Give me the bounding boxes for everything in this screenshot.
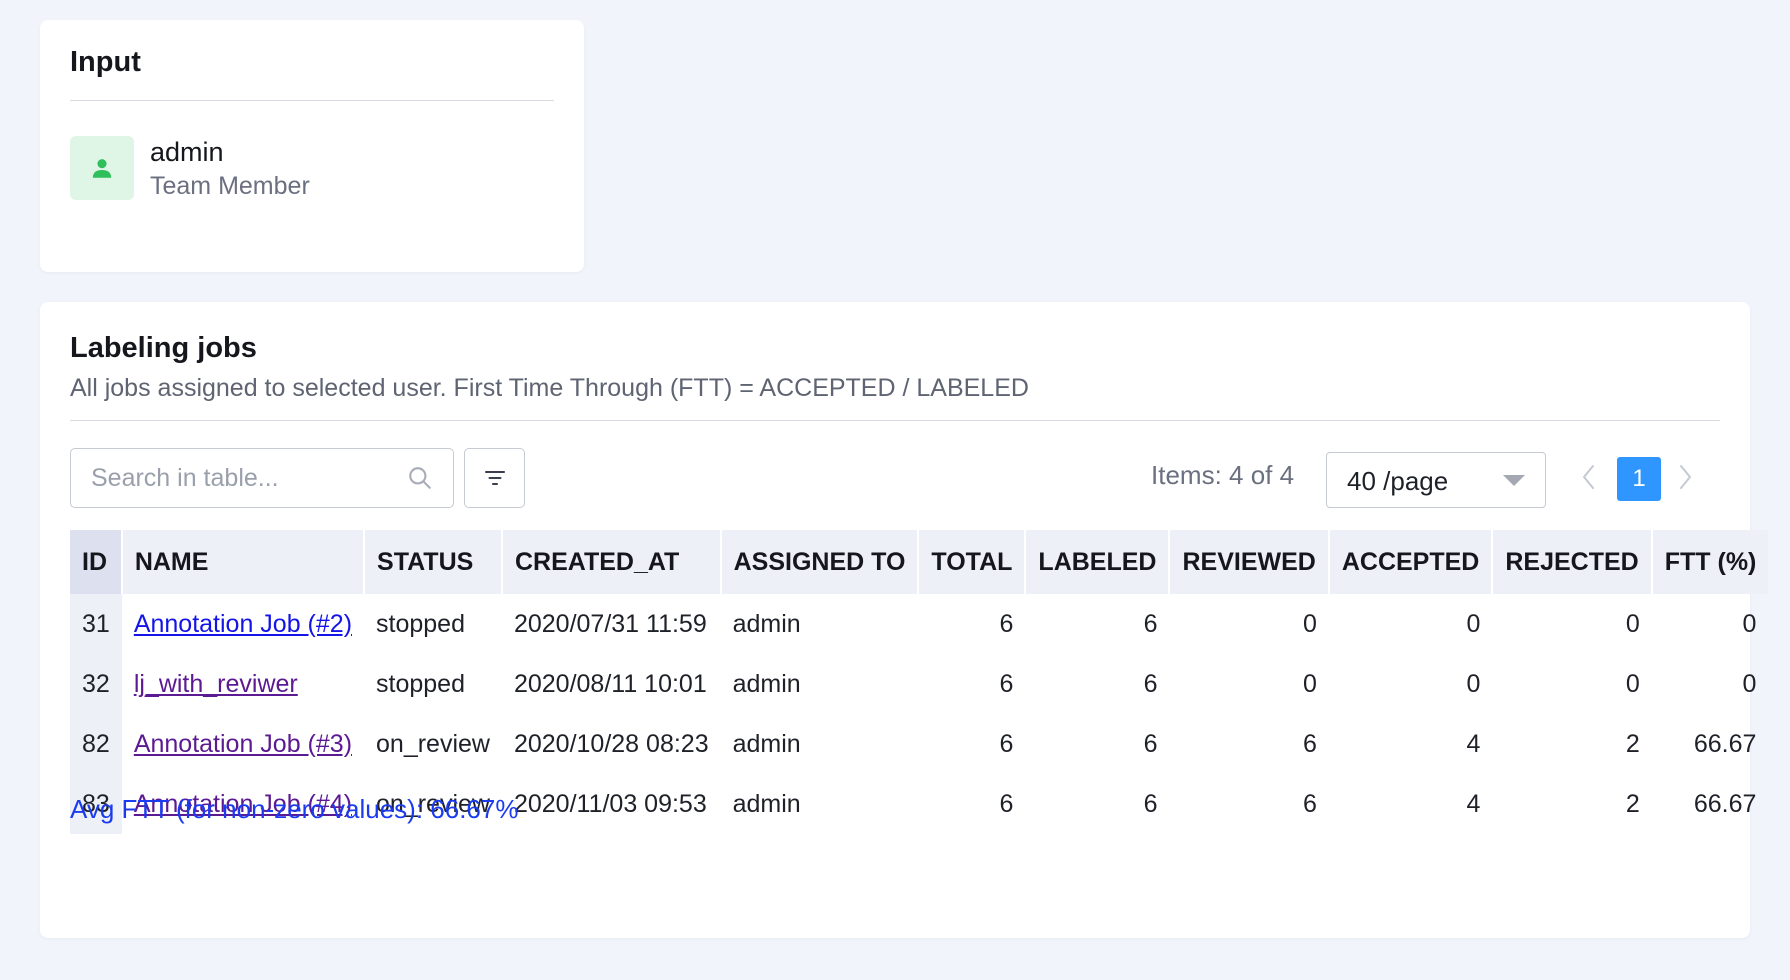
column-header-id[interactable]: ID [70,530,123,594]
avatar [70,136,134,200]
cell-id: 32 [70,654,122,714]
cell-total: 6 [999,669,1014,698]
cell-id: 82 [70,714,122,774]
cell-status: on_review [376,729,490,758]
page-size-select[interactable]: 40 /page [1326,452,1546,508]
cell-assigned-to: admin [732,789,801,818]
jobs-table: ID NAME STATUS CREATED_AT ASSIGNED TO TO… [70,530,1769,834]
cell-reviewed: 6 [1302,729,1317,758]
cell-rejected: 0 [1625,609,1640,638]
cell-assigned-to: admin [732,669,801,698]
cell-created-at: 2020/07/31 11:59 [513,609,707,638]
table-header-row: ID NAME STATUS CREATED_AT ASSIGNED TO TO… [70,530,1769,594]
cell-total: 6 [999,729,1014,758]
labeling-jobs-card: Labeling jobs All jobs assigned to selec… [40,302,1769,938]
user-role: Team Member [150,172,310,200]
cell-name: Annotation Job (#3) [122,714,364,774]
cell-ftt: 66.67 [1693,729,1757,758]
column-header-ftt[interactable]: FTT (%) [1651,530,1769,594]
user-name: admin [150,137,224,167]
column-header-status[interactable]: STATUS [364,530,503,594]
cell-labeled: 6 [1143,789,1158,818]
search-icon[interactable] [407,465,433,496]
input-card-title: Input [70,46,141,78]
cell-ftt: 0 [1742,609,1757,638]
filter-icon [484,471,505,485]
cell-labeled: 6 [1143,729,1158,758]
cell-accepted: 4 [1466,789,1481,818]
table-row: 32 lj_with_reviwer stopped 2020/08/11 10… [70,654,1768,714]
cell-rejected: 2 [1625,789,1640,818]
items-count: Items: 4 of 4 [1151,460,1295,490]
table-row: 31 Annotation Job (#2) stopped 2020/07/3… [70,594,1768,654]
job-link[interactable]: lj_with_reviwer [134,670,298,698]
caret-down-icon [1503,475,1525,486]
avg-ftt-summary: Avg FTT (for non-zero values): 66.67% [70,794,519,824]
column-header-assigned-to[interactable]: ASSIGNED TO [720,530,920,594]
cell-total: 6 [999,789,1014,818]
column-header-total[interactable]: TOTAL [918,530,1027,594]
cell-accepted: 0 [1466,669,1481,698]
cell-created-at: 2020/10/28 08:23 [513,729,709,758]
divider [70,420,1720,421]
chevron-right-icon[interactable] [1677,462,1693,497]
search-box [70,448,454,508]
cell-rejected: 2 [1625,729,1640,758]
column-header-created-at[interactable]: CREATED_AT [501,530,722,594]
cell-name: Annotation Job (#2) [122,594,364,654]
column-header-name[interactable]: NAME [121,530,366,594]
cell-reviewed: 6 [1302,789,1317,818]
cell-status: stopped [376,609,465,638]
table-row: 82 Annotation Job (#3) on_review 2020/10… [70,714,1768,774]
cell-created-at: 2020/11/03 09:53 [513,789,707,818]
cell-ftt: 66.67 [1693,789,1757,818]
cell-accepted: 4 [1466,729,1481,758]
cell-reviewed: 0 [1302,669,1317,698]
divider [70,100,554,101]
input-card: Input admin Team Member [40,20,584,272]
cell-created-at: 2020/08/11 10:01 [513,669,707,698]
job-link[interactable]: Annotation Job (#2) [134,610,352,638]
cell-ftt: 0 [1742,669,1757,698]
column-header-reviewed[interactable]: REVIEWED [1169,530,1330,594]
cell-assigned-to: admin [732,609,801,638]
page-size-value: 40 /page [1347,466,1449,496]
jobs-card-subtitle: All jobs assigned to selected user. Firs… [70,374,1029,402]
cell-rejected: 0 [1625,669,1640,698]
jobs-card-title: Labeling jobs [70,332,257,364]
column-header-labeled[interactable]: LABELED [1025,530,1171,594]
selected-user: admin Team Member [70,136,310,204]
user-icon [92,159,112,178]
column-header-accepted[interactable]: ACCEPTED [1328,530,1494,594]
cell-total: 6 [999,609,1014,638]
page-1-button[interactable]: 1 [1617,457,1661,501]
cell-labeled: 6 [1143,669,1158,698]
column-header-rejected[interactable]: REJECTED [1492,530,1653,594]
search-input[interactable] [91,462,391,494]
chevron-left-icon[interactable] [1581,462,1597,497]
cell-accepted: 0 [1466,609,1481,638]
cell-reviewed: 0 [1302,609,1317,638]
cell-status: stopped [376,669,465,698]
cell-labeled: 6 [1143,609,1158,638]
cell-name: lj_with_reviwer [122,654,364,714]
filter-button[interactable] [464,448,525,508]
job-link[interactable]: Annotation Job (#3) [134,730,352,758]
cell-assigned-to: admin [732,729,801,758]
cell-id: 31 [70,594,122,654]
